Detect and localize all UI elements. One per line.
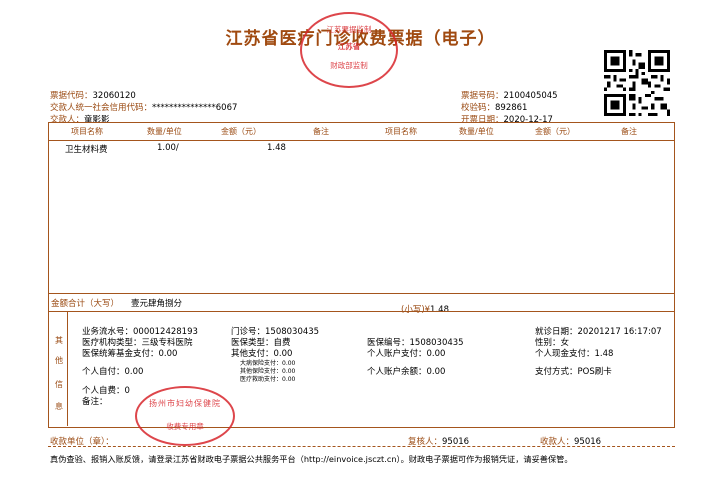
header-divider [49,140,674,141]
col-header-amount-2: 金额（元） [535,127,575,136]
fund-row: 医保统筹基金支付：0.00 [82,347,177,359]
seal-text-bottom: 财政部监制 [330,61,368,70]
hospital-seal-name: 扬州市妇幼保健院 [149,399,221,408]
pay-method-row: 支付方式：POS刷卡 [535,365,612,377]
finance-seal: 江苏票据监制 江苏省 财政部监制 [300,12,398,88]
cash-pay-row: 个人现金支付：1.48 [535,347,613,359]
col-header-note-2: 备注 [621,127,637,136]
col-header-note-1: 备注 [313,127,329,136]
aid-label: 医疗救助支付： [240,376,283,383]
footer-divider [48,446,675,447]
self-pay-label: 个人自付： [82,367,125,377]
col-header-qty-1: 数量/单位 [147,127,182,136]
aid-row: 医疗救助支付：0.00 [240,374,295,383]
pay-method: POS刷卡 [577,367,612,377]
total-bottom-divider [49,311,674,312]
col-header-name-2: 项目名称 [385,127,417,136]
balance-row: 个人账户余额：0.00 [367,365,445,377]
col-header-amount-1: 金额（元） [221,127,261,136]
cash-pay: 1.48 [594,349,614,359]
balance-label: 个人账户余额： [367,367,427,377]
self-expense: 0 [124,386,130,396]
hospital-seal: 扬州市妇幼保健院 收费专用章 [135,386,235,446]
credit-code: ***************6067 [152,103,238,113]
aid: 0.00 [282,376,296,383]
fund-label: 医保统筹基金支付： [82,349,159,359]
pay-method-label: 支付方式： [535,367,578,377]
side-label-1: 其 [55,336,63,345]
total-small-label: (小写)¥ [401,305,431,315]
item-name: 卫生材料费 [65,145,108,155]
account-pay-row: 个人账户支付：0.00 [367,347,445,359]
total-small: 1.48 [430,305,449,315]
cash-pay-label: 个人现金支付： [535,349,595,359]
remark-label: 备注： [82,397,108,407]
self-pay: 0.00 [124,367,144,377]
side-label-3: 信 [55,380,63,389]
seal-text-mid: 江苏省 [337,42,361,51]
side-label-4: 息 [55,402,63,411]
total-upper-label: 金额合计（大写） [51,299,120,309]
other-info-divider [67,311,68,426]
account-pay-label: 个人账户支付： [367,349,427,359]
bill-table: 项目名称 数量/单位 金额（元） 备注 项目名称 数量/单位 金额（元） 备注 … [48,122,675,428]
hospital-seal-type: 收费专用章 [166,422,204,431]
total-upper: 壹元肆角捌分 [131,299,183,309]
balance: 0.00 [426,367,446,377]
visit-date: 20201217 16:17:07 [577,327,662,337]
seal-text-top: 江苏票据监制 [326,25,372,34]
account-pay: 0.00 [426,349,446,359]
self-pay-row: 个人自付：0.00 [82,365,143,377]
fund-amount: 0.00 [158,349,178,359]
item-amount: 1.48 [267,143,286,153]
side-label-2: 他 [55,356,63,365]
item-qty: 1.00/ [157,143,179,153]
notice-text: 真伪查验、报销入账反馈，请登录江苏省财政电子票据公共服务平台（http://ei… [50,454,573,464]
col-header-qty-2: 数量/单位 [459,127,494,136]
total-small-row: (小写)¥1.48 [401,297,449,316]
qr-code-icon [604,50,670,116]
col-header-name-1: 项目名称 [71,127,103,136]
total-top-divider [49,293,674,294]
